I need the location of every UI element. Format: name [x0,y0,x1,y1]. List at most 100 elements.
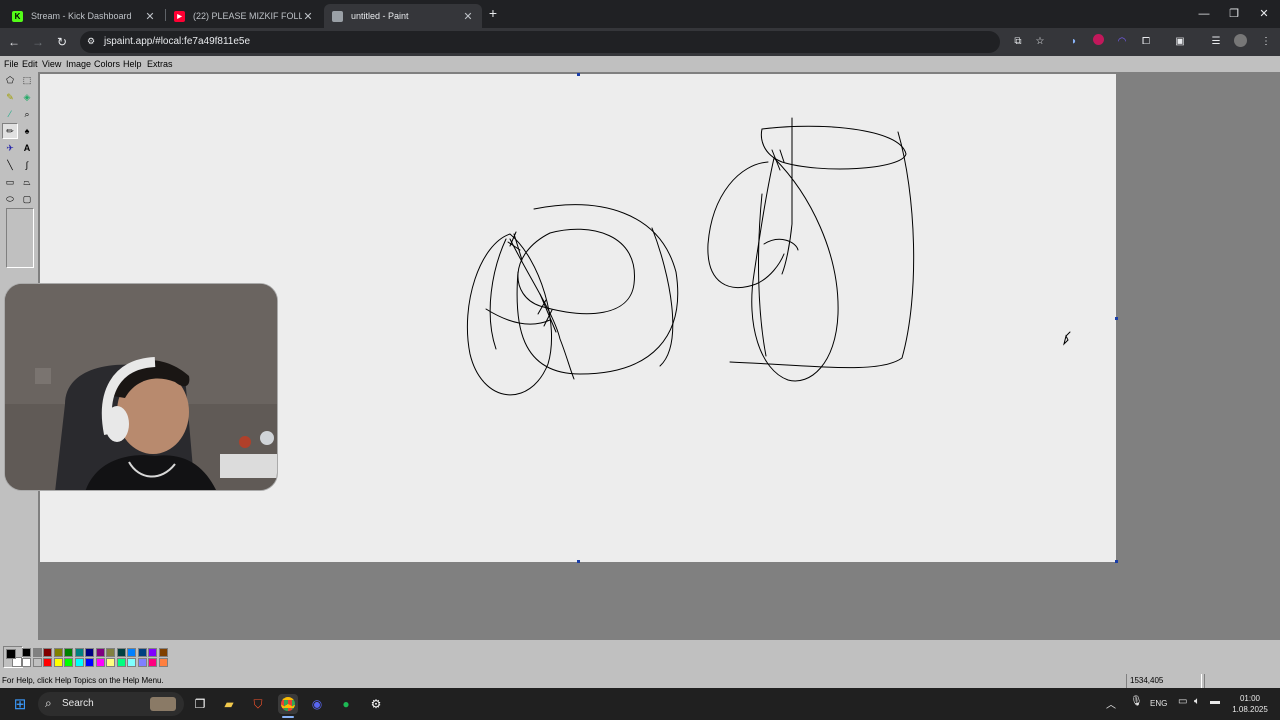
task-view-icon[interactable]: ❐ [190,694,210,714]
color-swatch[interactable] [148,648,157,657]
extension-icon[interactable]: ◠ [1114,34,1130,50]
rectangle-icon[interactable]: ▭ [2,174,18,190]
rounded-rectangle-icon[interactable]: ▢ [19,191,35,207]
microphone-icon[interactable]: 🎙︎ [1130,696,1143,707]
current-colors[interactable] [3,646,23,668]
install-app-icon[interactable]: ⧉ [1010,34,1026,50]
color-swatch[interactable] [22,648,31,657]
address-bar[interactable]: ⚙ jspaint.app/#local:fe7a49f811e5e [80,31,1000,53]
restore-icon[interactable]: ❐ [1226,6,1242,22]
new-tab-button[interactable]: + [486,6,500,20]
fill-bucket-icon[interactable]: ◈ [19,89,35,105]
menu-colors[interactable]: Colors [94,59,120,69]
tab-paint[interactable]: untitled - Paint ✕ [324,4,482,28]
color-swatch[interactable] [22,658,31,667]
color-swatch[interactable] [53,658,63,667]
color-swatch[interactable] [53,648,63,657]
close-window-icon[interactable]: ✕ [1256,6,1272,22]
back-icon[interactable]: ← [6,34,22,50]
app-icon[interactable]: ⚙ [366,694,386,714]
forward-icon[interactable]: → [30,34,46,50]
color-swatch[interactable] [137,648,147,657]
extension-icon[interactable] [1090,34,1106,50]
color-swatch[interactable] [127,658,136,667]
resize-handle[interactable] [1115,317,1118,320]
color-swatch[interactable] [116,658,126,667]
brave-browser-icon[interactable]: ⛉ [248,694,268,714]
menu-edit[interactable]: Edit [22,59,38,69]
windows-start-icon[interactable]: ⊞ [10,694,30,714]
site-info-icon[interactable]: ⚙ [87,36,99,48]
color-swatch[interactable] [32,648,42,657]
color-swatch[interactable] [85,648,94,657]
network-icon[interactable]: ▭ [1178,696,1187,707]
discord-icon[interactable]: ◉ [307,694,327,714]
color-swatch[interactable] [137,658,147,667]
color-swatch[interactable] [95,658,105,667]
color-swatch[interactable] [64,658,73,667]
minimize-icon[interactable]: — [1196,6,1212,22]
chrome-icon[interactable] [278,694,298,714]
menu-file[interactable]: File [4,59,19,69]
profile-avatar[interactable] [1232,34,1248,50]
resize-handle[interactable] [1115,560,1118,563]
color-swatch[interactable] [127,648,136,657]
color-swatch[interactable] [32,658,42,667]
spotify-icon[interactable]: ● [336,694,356,714]
rectangle-select-icon[interactable]: ⬚ [19,72,35,88]
color-swatch[interactable] [43,658,52,667]
color-swatch[interactable] [148,658,157,667]
color-swatch[interactable] [95,648,105,657]
color-swatch[interactable] [116,648,126,657]
volume-icon[interactable]: 🔈︎ [1194,696,1200,707]
menu-image[interactable]: Image [66,59,91,69]
ellipse-icon[interactable]: ⬭ [2,191,18,207]
curve-icon[interactable]: ∫ [19,157,35,173]
file-explorer-icon[interactable]: ▰ [219,694,239,714]
color-swatch[interactable] [158,648,168,657]
polygon-icon[interactable]: ⏢ [19,174,35,190]
close-tab-icon[interactable]: ✕ [144,10,156,23]
color-swatch[interactable] [85,658,94,667]
battery-icon[interactable]: ▬ [1210,696,1220,707]
color-picker-icon[interactable]: ⁄ [2,106,18,122]
brush-icon[interactable]: ♠ [19,123,35,139]
tab-kick-dashboard[interactable]: K Stream - Kick Dashboard ✕ [4,4,164,28]
magnifier-icon[interactable]: ⌕ [19,106,35,122]
puzzle-extensions-icon[interactable]: ⧠ [1138,34,1154,50]
language-indicator[interactable]: ENG [1150,699,1167,708]
taskbar-clock[interactable]: 01:00 1.08.2025 [1228,693,1272,715]
color-swatch[interactable] [43,648,52,657]
line-icon[interactable]: ╲ [2,157,18,173]
close-tab-icon[interactable]: ✕ [302,10,314,23]
resize-handle[interactable] [577,73,580,76]
browser-toolbar: ← → ↻ ⚙ jspaint.app/#local:fe7a49f811e5e… [0,28,1280,56]
tray-chevron-icon[interactable]: ︿ [1106,696,1116,711]
eraser-icon[interactable]: ✎ [2,89,18,105]
color-swatch[interactable] [74,648,84,657]
menu-help[interactable]: Help [123,59,142,69]
airbrush-icon[interactable]: ✈ [2,140,18,156]
close-tab-icon[interactable]: ✕ [462,10,474,23]
media-controls-icon[interactable]: ☰ [1208,34,1224,50]
color-swatch[interactable] [74,658,84,667]
text-tool-icon[interactable]: A [19,140,35,156]
pencil-icon[interactable]: ✏ [2,123,18,139]
side-panel-icon[interactable]: ▣ [1172,34,1188,50]
free-form-select-icon[interactable]: ⬠ [2,72,18,88]
extension-icon[interactable]: ◗ [1066,34,1082,50]
color-swatch[interactable] [106,658,115,667]
reload-icon[interactable]: ↻ [54,34,70,50]
url-text: jspaint.app/#local:fe7a49f811e5e [104,36,251,47]
resize-handle[interactable] [577,560,580,563]
menu-kebab-icon[interactable]: ⋮ [1258,34,1274,50]
menu-view[interactable]: View [42,59,61,69]
tool-options[interactable] [6,208,34,268]
color-swatch[interactable] [64,648,73,657]
bookmark-star-icon[interactable]: ☆ [1032,34,1048,50]
menu-extras[interactable]: Extras [147,59,173,69]
color-swatch[interactable] [158,658,168,667]
color-swatch[interactable] [106,648,115,657]
taskbar-search[interactable]: ⌕ Search [38,692,184,716]
tab-youtube[interactable]: ▶ (22) PLEASE MIZKIF FOLLOW M ✕ [166,4,322,28]
